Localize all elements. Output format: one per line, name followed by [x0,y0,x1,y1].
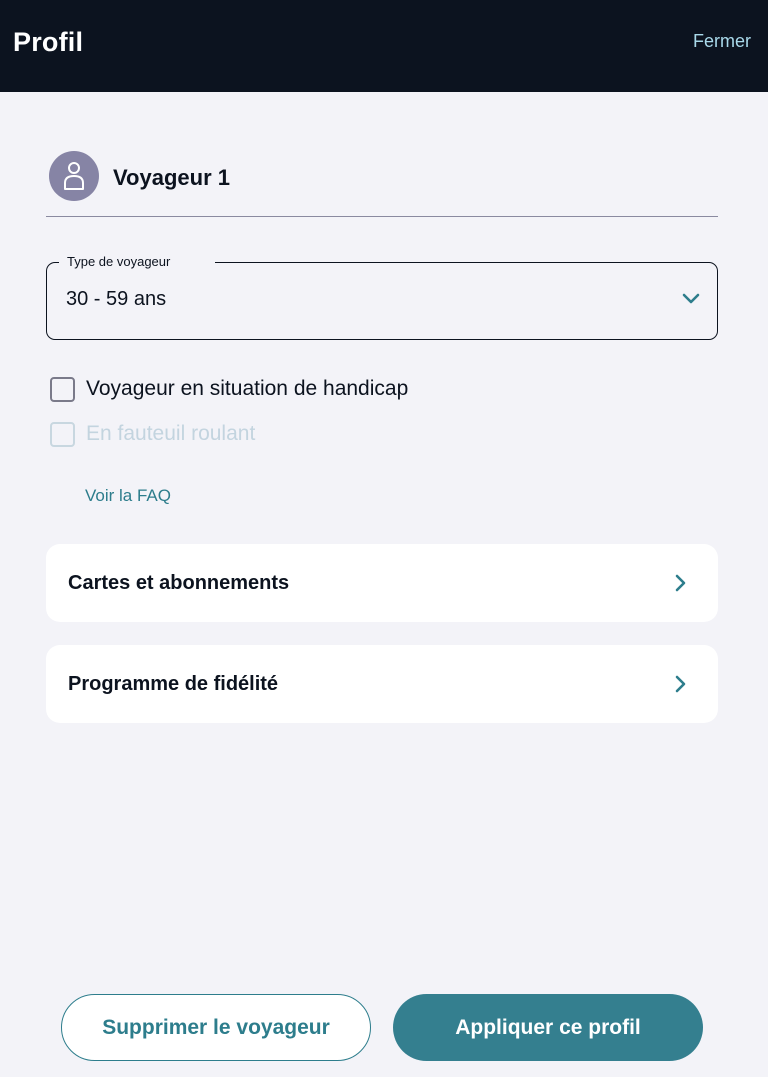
handicap-label: Voyageur en situation de handicap [86,377,409,400]
loyalty-program-item[interactable]: Programme de fidélité [46,645,718,723]
wheelchair-checkbox [50,421,75,447]
traveler-type-select[interactable]: Type de voyageur 30 - 59 ans [46,254,718,340]
avatar [49,151,99,201]
chevron-right-icon [675,574,686,592]
chevron-right-icon [675,675,686,693]
chevron-down-icon [682,293,700,304]
traveler-header: Voyageur 1 [46,151,718,217]
close-button[interactable]: Fermer [693,31,751,52]
loyalty-program-label: Programme de fidélité [68,673,279,695]
top-bar: Profil Fermer [0,0,768,92]
person-icon [64,162,84,190]
page-title: Profil [13,27,84,57]
cards-subscriptions-item[interactable]: Cartes et abonnements [46,544,718,622]
apply-profile-button[interactable]: Appliquer ce profil [393,994,703,1061]
delete-traveler-button[interactable]: Supprimer le voyageur [61,994,371,1061]
handicap-option[interactable]: Voyageur en situation de handicap [50,375,408,403]
cards-subscriptions-label: Cartes et abonnements [68,572,290,594]
wheelchair-label: En fauteuil roulant [86,422,256,445]
traveler-type-value: 30 - 59 ans [66,288,167,310]
faq-link[interactable]: Voir la FAQ [85,486,171,506]
handicap-checkbox[interactable] [50,376,75,402]
traveler-type-label: Type de voyageur [59,254,215,269]
wheelchair-option: En fauteuil roulant [50,420,255,448]
traveler-name: Voyageur 1 [113,165,230,190]
